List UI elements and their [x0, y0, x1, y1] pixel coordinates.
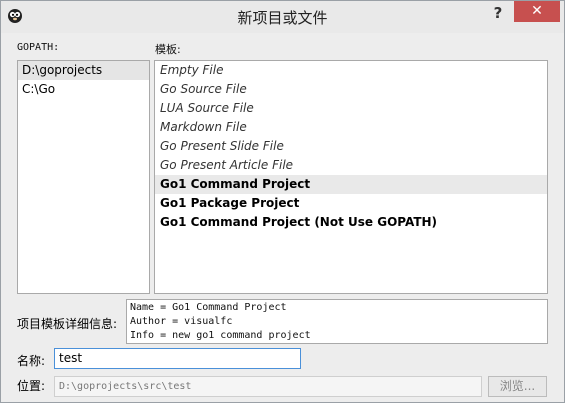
template-details-box[interactable]: Name = Go1 Command Project Author = visu… — [126, 299, 548, 344]
gopath-item[interactable]: D:\goprojects — [18, 61, 149, 80]
close-button[interactable]: ✕ — [514, 1, 560, 22]
name-input[interactable]: test — [54, 348, 301, 369]
window-title: 新项目或文件 — [237, 9, 328, 27]
help-button[interactable]: ? — [488, 4, 508, 24]
template-item-go-present-article-file[interactable]: Go Present Article File — [155, 156, 547, 175]
template-item-go-present-slide-file[interactable]: Go Present Slide File — [155, 137, 547, 156]
detail-line-info: Info = new go1 command project — [130, 330, 311, 341]
new-project-dialog: 新项目或文件 ? ✕ GOPATH: 模板: D:\goprojects C:\… — [0, 0, 565, 403]
template-item-go1-command-project[interactable]: Go1 Command Project — [155, 175, 547, 194]
gopath-item[interactable]: C:\Go — [18, 80, 149, 99]
gopath-label: GOPATH: — [17, 42, 60, 53]
location-input[interactable]: D:\goprojects\src\test — [54, 376, 482, 397]
template-label: 模板: — [155, 43, 181, 56]
template-details-label: 项目模板详细信息: — [17, 317, 118, 331]
title-bar[interactable]: 新项目或文件 ? ✕ — [1, 1, 564, 33]
template-item-go1-command-project-no-gopath[interactable]: Go1 Command Project (Not Use GOPATH) — [155, 213, 547, 232]
detail-line-name: Name = Go1 Command Project — [130, 302, 287, 313]
template-item-lua-source-file[interactable]: LUA Source File — [155, 99, 547, 118]
location-label: 位置: — [17, 379, 46, 393]
template-item-go1-package-project[interactable]: Go1 Package Project — [155, 194, 547, 213]
template-item-markdown-file[interactable]: Markdown File — [155, 118, 547, 137]
template-item-empty-file[interactable]: Empty File — [155, 61, 547, 80]
gopath-list[interactable]: D:\goprojects C:\Go — [17, 60, 150, 294]
browse-button[interactable]: 浏览... — [488, 376, 547, 397]
template-list[interactable]: Empty File Go Source File LUA Source Fil… — [154, 60, 548, 294]
name-label: 名称: — [17, 354, 46, 368]
detail-line-author: Author = visualfc — [130, 316, 233, 327]
template-item-go-source-file[interactable]: Go Source File — [155, 80, 547, 99]
